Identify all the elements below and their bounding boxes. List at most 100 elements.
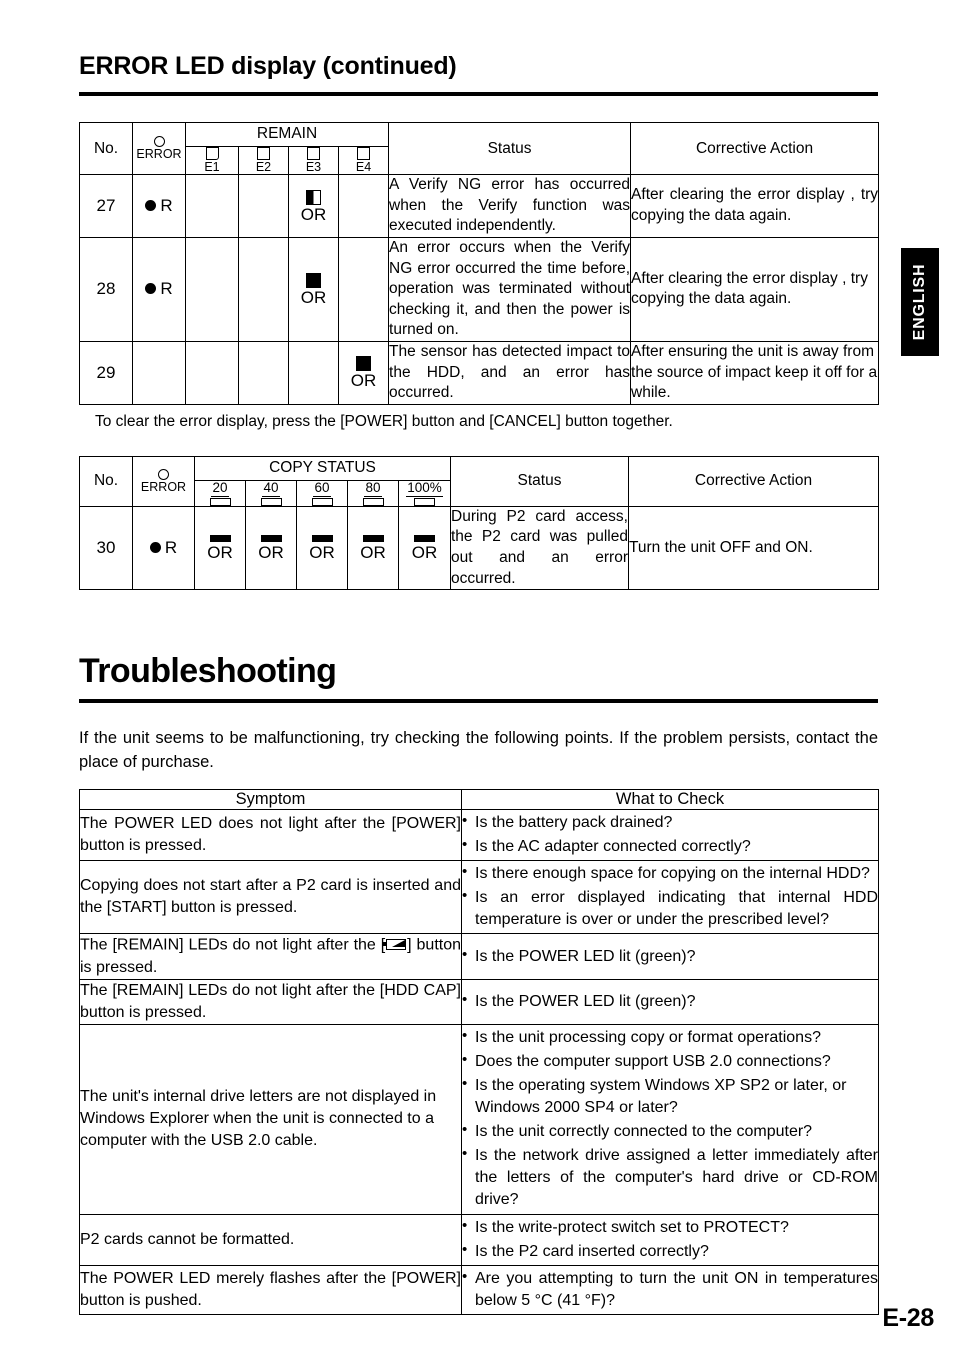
error-led-circle-icon bbox=[158, 468, 169, 480]
list-item: Is the POWER LED lit (green)? bbox=[462, 990, 878, 1013]
led-filled-icon bbox=[356, 356, 372, 372]
copy-led-filled-icon bbox=[311, 534, 333, 542]
table-row: The POWER LED merely flashes after the [… bbox=[79, 1264, 879, 1315]
led-label: E3 bbox=[305, 160, 322, 174]
row-copy-led-40: OR bbox=[245, 505, 297, 591]
copy-led-bar-icon bbox=[414, 497, 435, 506]
header-led-e1: E1 bbox=[185, 145, 239, 176]
table-row: The POWER LED does not light after the [… bbox=[79, 808, 879, 862]
table-header-row: No. ERROR COPY STATUS Status Corrective … bbox=[79, 455, 879, 507]
list-item: Is there enough space for copying on the… bbox=[462, 862, 878, 885]
row-led-e1 bbox=[185, 236, 239, 343]
row-status: A Verify NG error has occurred when the … bbox=[388, 174, 632, 238]
header-what-to-check: What to Check bbox=[461, 788, 879, 810]
row-number: 29 bbox=[79, 341, 133, 405]
list-item: Is an error displayed indicating that in… bbox=[462, 886, 878, 931]
list-item: Is the network drive assigned a letter i… bbox=[462, 1144, 878, 1211]
header-copy-led-40: 40 bbox=[245, 479, 297, 507]
error-led-mode-label: R bbox=[160, 196, 173, 216]
header-copy-led-60: 60 bbox=[296, 479, 348, 507]
checks-cell: Is the unit processing copy or format op… bbox=[461, 1023, 879, 1215]
led-or-label: OR bbox=[411, 542, 438, 562]
led-label: E2 bbox=[255, 160, 272, 174]
table-row: 27 R OR A Verify NG error has occurred w… bbox=[79, 174, 880, 238]
table-row: 28 R OR An error occurs when the Verify … bbox=[79, 236, 880, 343]
list-item: Is the AC adapter connected correctly? bbox=[462, 835, 878, 858]
row-led-e4: OR bbox=[337, 341, 390, 405]
copy-led-label: 20 bbox=[211, 479, 229, 497]
header-error-label: ERROR bbox=[136, 146, 182, 161]
copy-led-bar-icon bbox=[209, 497, 231, 506]
header-copy-led-20: 20 bbox=[194, 479, 246, 507]
battery-level-icon bbox=[383, 933, 407, 955]
row-status: An error occurs when the Verify NG error… bbox=[388, 236, 632, 343]
row-led-e1 bbox=[185, 341, 239, 405]
row-error-indicator: R bbox=[132, 174, 186, 238]
row-error-indicator: R bbox=[132, 505, 195, 591]
row-copy-led-20: OR bbox=[194, 505, 246, 591]
error-led-mode-label: R bbox=[160, 279, 173, 299]
led-square-icon bbox=[307, 147, 320, 160]
list-item: Is the P2 card inserted correctly? bbox=[462, 1240, 878, 1263]
page-number: E-28 bbox=[882, 1304, 934, 1332]
row-corrective-action: After clearing the error display , try c… bbox=[630, 174, 880, 238]
row-corrective-action: Turn the unit OFF and ON. bbox=[628, 505, 879, 591]
header-error: ERROR bbox=[132, 455, 195, 507]
row-led-e4 bbox=[337, 236, 390, 343]
copy-led-label: 80 bbox=[364, 479, 382, 497]
row-status: The sensor has detected impact to the HD… bbox=[388, 341, 632, 405]
error-led-mode-label: R bbox=[164, 537, 178, 557]
troubleshooting-title: Troubleshooting bbox=[79, 652, 337, 691]
table-row: The [REMAIN] LEDs do not light after the… bbox=[79, 933, 879, 980]
row-led-e1 bbox=[185, 174, 239, 238]
symptom-cell: The POWER LED merely flashes after the [… bbox=[79, 1264, 462, 1315]
header-led-e4: E4 bbox=[337, 145, 390, 176]
checks-cell: Is the POWER LED lit (green)? bbox=[461, 978, 879, 1025]
led-square-icon bbox=[257, 147, 270, 160]
symptom-cell: The [REMAIN] LEDs do not light after the… bbox=[79, 978, 462, 1025]
row-led-e3: OR bbox=[288, 236, 339, 343]
row-led-e2 bbox=[238, 236, 289, 343]
error-led-filled-icon bbox=[145, 283, 157, 295]
header-error: ERROR bbox=[132, 121, 186, 176]
header-corrective-action: Corrective Action bbox=[628, 455, 879, 507]
header-led-e2: E2 bbox=[238, 145, 289, 176]
copy-led-label: 40 bbox=[262, 479, 280, 497]
table-row: The unit's internal drive letters are no… bbox=[79, 1023, 879, 1215]
led-square-icon bbox=[205, 147, 219, 160]
header-symptom: Symptom bbox=[79, 788, 462, 810]
language-side-tab: ENGLISH bbox=[901, 248, 939, 356]
row-number: 28 bbox=[79, 236, 133, 343]
led-or-label: OR bbox=[309, 542, 335, 562]
table-row: Copying does not start after a P2 card i… bbox=[79, 860, 879, 935]
header-copy-led-80: 80 bbox=[347, 479, 399, 507]
led-or-label: OR bbox=[207, 542, 233, 562]
row-error-indicator bbox=[132, 341, 186, 405]
led-filled-icon bbox=[306, 272, 321, 288]
troubleshooting-intro: If the unit seems to be malfunctioning, … bbox=[79, 729, 878, 772]
row-led-e4 bbox=[337, 174, 390, 238]
symptom-text-pre: The [REMAIN] LEDs do not light after the… bbox=[80, 936, 386, 954]
list-item: Is the POWER LED lit (green)? bbox=[462, 945, 878, 968]
row-corrective-action: After clearing the error display , try c… bbox=[630, 236, 880, 343]
led-or-label: OR bbox=[300, 204, 327, 224]
row-led-e2 bbox=[238, 341, 289, 405]
page-content: ERROR LED display (continued) No. ERROR … bbox=[79, 0, 880, 1315]
table-header-row: Symptom What to Check bbox=[79, 788, 879, 810]
list-item: Is the operating system Windows XP SP2 o… bbox=[462, 1074, 878, 1119]
copy-status-table: No. ERROR COPY STATUS Status Corrective … bbox=[79, 455, 879, 591]
row-corrective-action: After ensuring the unit is away from the… bbox=[630, 341, 880, 405]
table-row: P2 cards cannot be formatted. Is the wri… bbox=[79, 1213, 879, 1266]
copy-led-bar-icon bbox=[311, 497, 333, 506]
header-copy-status: COPY STATUS bbox=[194, 455, 451, 481]
row-copy-led-80: OR bbox=[347, 505, 399, 591]
led-or-label: OR bbox=[300, 287, 327, 307]
checks-cell: Is the write-protect switch set to PROTE… bbox=[461, 1213, 879, 1266]
row-number: 27 bbox=[79, 174, 133, 238]
row-copy-led-60: OR bbox=[296, 505, 348, 591]
table-row: The [REMAIN] LEDs do not light after the… bbox=[79, 978, 879, 1025]
document-page: ENGLISH ERROR LED display (continued) No… bbox=[0, 0, 954, 1349]
table-row: 30 R OR OR OR OR OR During P2 card acces… bbox=[79, 505, 879, 591]
copy-led-bar-icon bbox=[362, 497, 384, 506]
symptom-cell: Copying does not start after a P2 card i… bbox=[79, 860, 462, 935]
